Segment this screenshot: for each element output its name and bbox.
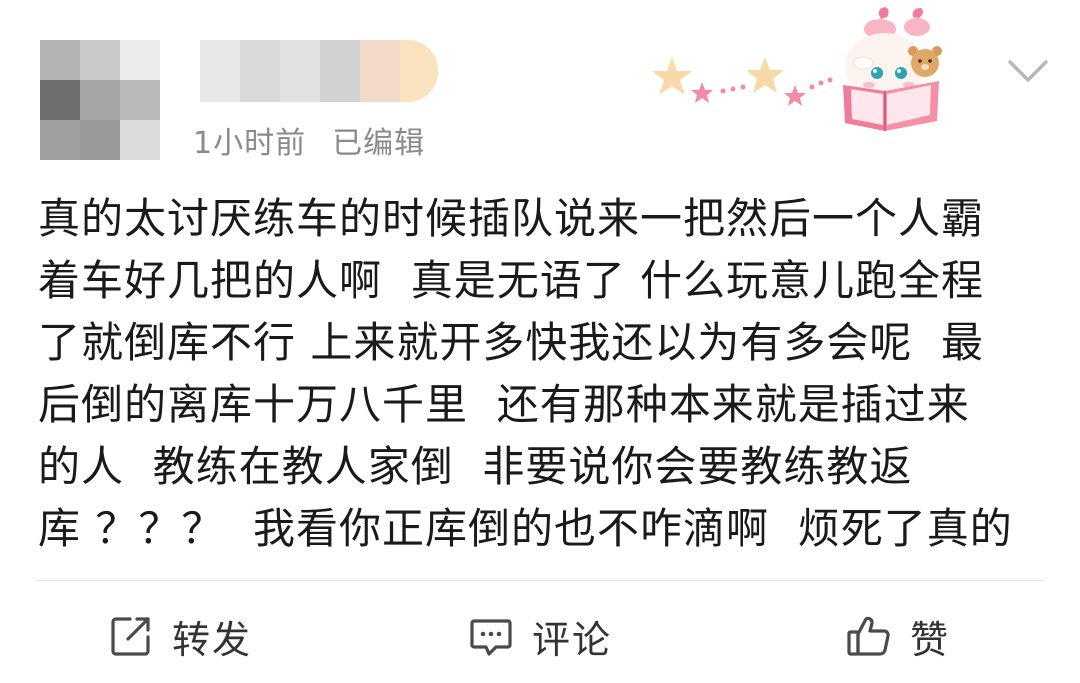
avatar-pixel [80,80,120,120]
like-button[interactable]: 赞 [846,596,950,676]
star-icon [691,82,713,103]
post-content-line: 库 ？？？ 我看你正库倒的也不咋滴啊 烦死了真的 [38,504,1013,553]
action-bar: 转发 评论 赞 [0,596,1080,676]
share-square-icon [111,617,150,656]
post-content: 真的太讨厌练车的时候插队说来一把然后一个人霸 着车好几把的人啊 真是无语了 什么… [38,188,1038,560]
username-pixel [280,40,320,102]
post-content-line: 了就倒库不行 上来就开多快我还以为有多会呢 最 [38,318,985,367]
post-meta: 1小时前 已编辑 [193,118,425,162]
star-icon [746,57,784,93]
username-pixel [400,40,438,102]
divider [36,580,1044,581]
deer-sticker-decoration [652,7,942,131]
star-icon [784,85,806,106]
chevron-down-icon[interactable] [1004,52,1052,88]
avatar-pixel [80,120,120,160]
avatar-pixel [40,80,80,120]
comment-label: 评论 [532,617,613,662]
comment-button[interactable]: 评论 [468,596,612,676]
username-pixel [320,40,360,102]
username-blurred[interactable] [200,40,438,102]
post-content-line: 的人 教练在教人家倒 非要说你会要教练教返 [38,442,913,491]
username-pixel [360,40,400,102]
edited-label: 已编辑 [332,126,426,161]
avatar-pixel [80,40,120,80]
avatar-pixel [120,40,160,80]
post-content-line: 着车好几把的人啊 真是无语了 什么玩意儿跑全程 [38,256,985,305]
avatar-pixel [120,120,160,160]
star-icon [652,57,692,95]
avatar-pixel [120,80,160,120]
comment-bubble-icon [470,619,512,656]
repost-button[interactable]: 转发 [108,596,252,676]
thumbs-up-icon [847,616,890,656]
repost-label: 转发 [172,617,253,662]
username-pixel [200,40,240,102]
like-label: 赞 [910,617,951,662]
avatar-pixel [40,120,80,160]
avatar[interactable] [40,40,160,160]
post-timestamp: 1小时前 [193,126,307,161]
avatar-pixel [40,40,80,80]
post-content-line: 真的太讨厌练车的时候插队说来一把然后一个人霸 [38,194,985,243]
post-content-line: 后倒的离库十万八千里 还有那种本来就是插过来 [38,380,970,429]
username-pixel [240,40,280,102]
